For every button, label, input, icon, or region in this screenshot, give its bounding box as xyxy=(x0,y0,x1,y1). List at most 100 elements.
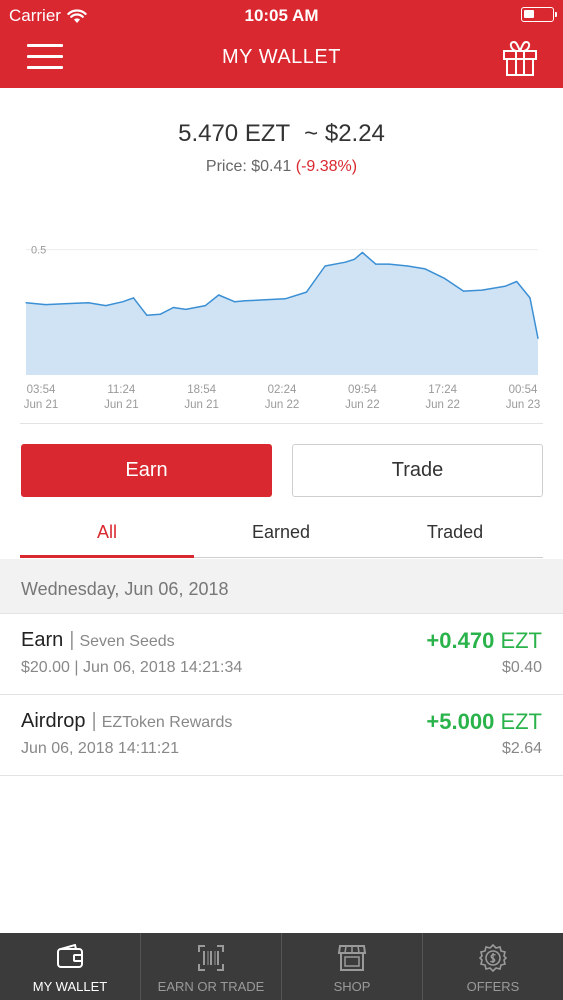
chart-x-tick-time: 17:24 xyxy=(428,384,457,396)
chart-data-point xyxy=(407,265,409,267)
chart-data-point xyxy=(244,300,246,302)
chart-data-point xyxy=(388,263,390,265)
transaction-title: Earn | Seven Seeds xyxy=(21,629,175,651)
tabbar-label: SHOP xyxy=(333,979,371,994)
chart-data-point xyxy=(25,302,27,304)
price-label: Price: $0.41 xyxy=(205,158,292,175)
chart-x-tick-time: 11:24 xyxy=(107,384,136,396)
chart-x-tick-time: 09:54 xyxy=(348,384,377,396)
chart-data-point xyxy=(375,263,377,265)
chart-data-point xyxy=(132,297,135,299)
chart-data-point xyxy=(361,251,363,254)
nav-bar: MY WALLET xyxy=(0,30,563,88)
tabbar-label: EARN OR TRADE xyxy=(157,979,265,994)
tabbar-item-shop[interactable]: SHOP xyxy=(282,933,423,1000)
amount-unit: EZT xyxy=(500,628,542,653)
chart-x-tick-date: Jun 21 xyxy=(24,399,59,411)
amount-unit: EZT xyxy=(500,709,542,734)
chart-data-point xyxy=(424,268,426,270)
section-date: Wednesday, Jun 06, 2018 xyxy=(21,579,229,599)
wallet-icon xyxy=(57,944,83,968)
date-section-header: Wednesday, Jun 06, 2018 xyxy=(0,559,563,614)
tab-earned[interactable]: Earned xyxy=(194,512,368,558)
chart-x-tick-time: 18:54 xyxy=(187,384,216,396)
chart-y-tick-label: 0.5 xyxy=(31,245,46,257)
chart-data-point xyxy=(353,258,355,260)
chart-data-point xyxy=(516,280,518,283)
amount-value: +0.470 xyxy=(426,628,495,653)
transaction-amount: +0.470 EZT xyxy=(426,628,542,654)
tab-all[interactable]: All xyxy=(20,512,194,558)
chart-x-tick-date: Jun 21 xyxy=(104,399,139,411)
gift-icon[interactable] xyxy=(502,39,538,77)
transaction-usd-value: $2.64 xyxy=(501,740,542,757)
amount-value: +5.000 xyxy=(426,709,495,734)
barcode-scan-icon xyxy=(198,945,224,971)
tabbar-label: OFFERS xyxy=(466,979,520,994)
app-header: Carrier 10:05 AM MY WALLET xyxy=(0,0,563,88)
chart-area-fill xyxy=(26,252,538,375)
chart-data-point xyxy=(204,304,206,307)
tabbar-item-offers[interactable]: OFFERS xyxy=(423,933,563,1000)
price-chart[interactable]: 0.50.403:54Jun 2111:24Jun 2118:54Jun 210… xyxy=(0,200,563,425)
chart-x-tick-date: Jun 22 xyxy=(265,399,300,411)
chart-x-tick-time: 03:54 xyxy=(27,384,56,396)
chart-data-point xyxy=(185,308,187,311)
chart-data-point xyxy=(444,277,446,280)
transaction-type: Earn xyxy=(21,629,64,651)
transaction-usd-value: $0.40 xyxy=(501,659,542,676)
chart-x-tick-time: 00:54 xyxy=(509,384,538,396)
chart-data-point xyxy=(305,291,308,293)
token-price: Price: $0.41 (-9.38%) xyxy=(0,158,563,176)
chart-data-point xyxy=(324,265,326,267)
transaction-details: Jun 06, 2018 14:11:21 xyxy=(21,740,180,757)
transaction-amount: +5.000 EZT xyxy=(426,709,542,735)
transaction-filter-tabs: All Earned Traded xyxy=(20,512,543,558)
chart-divider xyxy=(20,423,543,424)
chart-data-point xyxy=(529,297,531,299)
chart-data-point xyxy=(66,303,68,305)
chart-data-point xyxy=(159,313,161,315)
status-time: 10:05 AM xyxy=(244,6,319,25)
trade-button[interactable]: Trade xyxy=(292,444,543,497)
tab-traded[interactable]: Traded xyxy=(368,512,542,558)
tabbar-item-earn-or-trade[interactable]: EARN OR TRADE xyxy=(141,933,282,1000)
transaction-type: Airdrop xyxy=(21,710,86,732)
chart-data-point xyxy=(344,261,346,263)
transaction-source: EZToken Rewards xyxy=(101,714,233,731)
chart-x-tick-date: Jun 21 xyxy=(184,399,219,411)
coin-badge-icon xyxy=(479,944,507,972)
chart-x-tick-date: Jun 23 xyxy=(506,399,541,411)
chart-data-point xyxy=(234,301,236,303)
store-icon xyxy=(337,945,367,971)
chart-data-point xyxy=(462,290,465,292)
chart-data-point xyxy=(504,285,506,287)
chart-data-point xyxy=(172,306,175,309)
chart-data-point xyxy=(284,298,286,300)
tabbar-item-my-wallet[interactable]: MY WALLET xyxy=(0,933,141,1000)
chart-x-tick-date: Jun 22 xyxy=(425,399,460,411)
transaction-title: Airdrop | EZToken Rewards xyxy=(21,710,233,732)
chart-data-point xyxy=(122,301,124,303)
transaction-row[interactable]: Airdrop | EZToken Rewards Jun 06, 2018 14:… xyxy=(0,695,563,776)
balance-token-amount: 5.470 EZT xyxy=(178,120,291,147)
chart-data-point xyxy=(264,299,267,301)
battery-icon xyxy=(521,7,557,22)
page-title: MY WALLET xyxy=(222,46,341,68)
price-change: (-9.38%) xyxy=(295,158,358,175)
transaction-row[interactable]: Earn | Seven Seeds $20.00 | Jun 06, 2018 1… xyxy=(0,614,563,695)
balance-fiat-amount: ~ $2.24 xyxy=(304,120,385,147)
chart-data-point xyxy=(87,302,89,304)
chart-data-point xyxy=(537,337,539,339)
chart-x-tick-time: 02:24 xyxy=(268,384,297,396)
transaction-source: Seven Seeds xyxy=(79,633,175,650)
earn-button[interactable]: Earn xyxy=(21,444,272,497)
chart-data-point xyxy=(45,304,47,306)
bottom-tab-bar: MY WALLET EARN OR TRADE SHOP OFFERS xyxy=(0,933,563,1000)
wallet-balance: 5.470 EZT ~ $2.24 xyxy=(0,120,563,148)
chart-data-point xyxy=(146,314,148,316)
transaction-details: $20.00 | Jun 06, 2018 14:21:34 xyxy=(21,659,243,676)
chart-data-point xyxy=(481,289,483,291)
chart-data-point xyxy=(218,294,220,296)
chart-x-tick-date: Jun 22 xyxy=(345,399,380,411)
